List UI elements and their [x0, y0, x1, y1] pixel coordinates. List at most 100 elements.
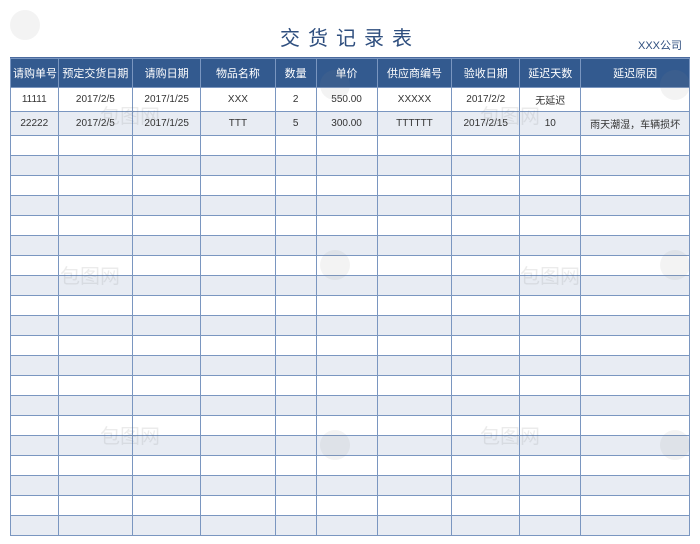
table-cell	[133, 416, 201, 436]
table-cell	[133, 276, 201, 296]
table-cell	[58, 436, 133, 456]
delivery-table: 请购单号预定交货日期请购日期物品名称数量单价供应商编号验收日期延迟天数延迟原因 …	[10, 58, 690, 536]
table-cell	[58, 396, 133, 416]
table-cell	[58, 236, 133, 256]
table-cell	[452, 416, 520, 436]
table-cell	[201, 136, 276, 156]
table-cell	[58, 136, 133, 156]
table-cell	[58, 276, 133, 296]
table-cell	[133, 216, 201, 236]
table-cell	[11, 316, 59, 336]
table-cell	[581, 456, 690, 476]
table-cell	[275, 276, 316, 296]
table-cell: TTT	[201, 112, 276, 136]
table-cell	[11, 336, 59, 356]
table-cell: 11111	[11, 88, 59, 112]
page-title: 交货记录表	[10, 8, 690, 51]
table-cell	[520, 516, 581, 536]
table-cell	[377, 196, 452, 216]
table-row	[11, 416, 690, 436]
table-cell	[377, 336, 452, 356]
table-cell	[581, 276, 690, 296]
table-cell	[275, 496, 316, 516]
table-cell	[275, 416, 316, 436]
column-header: 数量	[275, 59, 316, 88]
table-cell	[316, 276, 377, 296]
table-cell	[201, 296, 276, 316]
table-cell	[452, 136, 520, 156]
table-cell	[581, 256, 690, 276]
table-cell	[201, 436, 276, 456]
table-cell	[452, 156, 520, 176]
table-cell	[133, 236, 201, 256]
table-cell	[520, 476, 581, 496]
table-cell	[201, 216, 276, 236]
table-cell	[581, 88, 690, 112]
table-cell	[58, 516, 133, 536]
table-cell	[58, 316, 133, 336]
column-header: 单价	[316, 59, 377, 88]
table-cell	[452, 356, 520, 376]
table-cell	[58, 496, 133, 516]
table-cell	[58, 156, 133, 176]
table-cell	[201, 496, 276, 516]
table-cell	[581, 296, 690, 316]
table-cell	[11, 176, 59, 196]
table-cell	[11, 276, 59, 296]
table-cell	[452, 296, 520, 316]
table-cell: 2	[275, 88, 316, 112]
table-cell	[201, 476, 276, 496]
table-cell	[58, 256, 133, 276]
table-cell	[452, 316, 520, 336]
table-row	[11, 376, 690, 396]
table-cell	[275, 376, 316, 396]
table-cell	[377, 476, 452, 496]
table-cell	[377, 456, 452, 476]
table-cell: XXXXX	[377, 88, 452, 112]
table-cell	[377, 236, 452, 256]
table-cell	[581, 416, 690, 436]
table-cell	[377, 216, 452, 236]
table-cell	[275, 516, 316, 536]
table-cell	[133, 456, 201, 476]
table-cell	[58, 176, 133, 196]
table-row	[11, 336, 690, 356]
table-cell: 2017/2/5	[58, 88, 133, 112]
table-cell	[581, 336, 690, 356]
table-cell	[275, 356, 316, 376]
table-cell: 2017/2/15	[452, 112, 520, 136]
table-row	[11, 176, 690, 196]
table-cell	[581, 316, 690, 336]
table-cell	[520, 336, 581, 356]
table-cell	[58, 376, 133, 396]
table-cell	[201, 176, 276, 196]
table-cell	[581, 176, 690, 196]
table-cell	[377, 496, 452, 516]
table-cell	[452, 476, 520, 496]
table-cell	[452, 376, 520, 396]
table-cell	[133, 176, 201, 196]
table-row	[11, 276, 690, 296]
table-cell	[377, 136, 452, 156]
column-header: 验收日期	[452, 59, 520, 88]
table-cell	[275, 216, 316, 236]
table-cell	[275, 136, 316, 156]
table-cell: XXX	[201, 88, 276, 112]
table-cell	[581, 236, 690, 256]
table-cell	[520, 156, 581, 176]
table-cell	[520, 216, 581, 236]
table-cell	[133, 376, 201, 396]
table-cell	[377, 416, 452, 436]
table-cell	[11, 396, 59, 416]
table-cell	[581, 216, 690, 236]
table-cell	[581, 356, 690, 376]
table-cell	[201, 456, 276, 476]
table-cell	[275, 476, 316, 496]
table-cell	[133, 296, 201, 316]
table-cell	[452, 276, 520, 296]
column-header: 预定交货日期	[58, 59, 133, 88]
table-cell	[11, 136, 59, 156]
table-cell	[201, 396, 276, 416]
table-cell	[275, 176, 316, 196]
table-cell	[581, 196, 690, 216]
